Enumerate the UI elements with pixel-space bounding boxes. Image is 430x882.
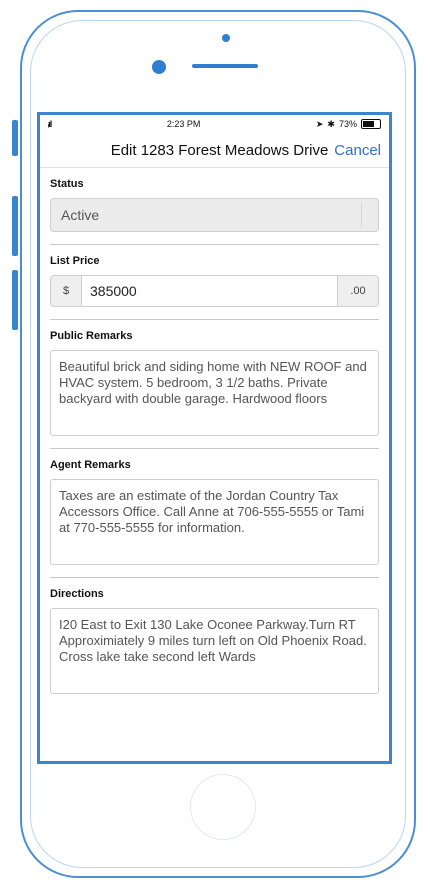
battery-percent: 73% [338,119,357,129]
bluetooth-icon: ✱ [327,118,335,129]
form-content: Status Active List Price $ 385000 .00 Pu… [40,168,389,706]
mute-switch [12,120,18,156]
agent-remarks-label: Agent Remarks [50,459,131,471]
signal-icon: ᵢıl [48,119,52,129]
status-right: ➤ ✱ 73% [316,119,381,130]
earpiece-speaker [192,64,258,68]
status-bar: ᵢıl 2:23 PM ➤ ✱ 73% [40,115,389,133]
public-remarks-section: Public Remarks Beautiful brick and sidin… [50,320,379,449]
volume-down-button [12,270,18,330]
page-title: Edit 1283 Forest Meadows Drive [110,141,329,159]
status-value: Active [61,207,100,223]
status-label: Status [50,178,84,190]
battery-icon [360,119,381,129]
directions-textarea[interactable]: I20 East to Exit 130 Lake Oconee Parkway… [50,608,379,694]
volume-up-button [12,196,18,256]
location-icon: ➤ [315,118,324,129]
app-screen: ᵢıl 2:23 PM ➤ ✱ 73% Edit 1283 Forest Mea… [37,112,392,764]
agent-remarks-textarea[interactable]: Taxes are an estimate of the Jordan Coun… [50,479,379,565]
currency-prefix: $ [51,276,82,306]
proximity-sensor [222,34,230,42]
cancel-button[interactable]: Cancel [334,142,381,159]
public-remarks-label: Public Remarks [50,330,133,342]
dropdown-caret-icon [361,203,374,227]
status-section: Status Active [50,168,379,245]
front-camera [152,60,166,74]
status-select[interactable]: Active [50,198,379,232]
list-price-section: List Price $ 385000 .00 [50,245,379,320]
list-price-input[interactable]: 385000 [82,276,337,306]
directions-label: Directions [50,588,104,600]
clock: 2:23 PM [166,119,201,129]
public-remarks-textarea[interactable]: Beautiful brick and siding home with NEW… [50,350,379,436]
home-button[interactable] [190,774,256,840]
navigation-bar: Edit 1283 Forest Meadows Drive Cancel [40,133,389,168]
list-price-input-group: $ 385000 .00 [50,275,379,307]
directions-section: Directions I20 East to Exit 130 Lake Oco… [50,578,379,706]
cents-suffix: .00 [337,276,378,306]
list-price-label: List Price [50,255,100,267]
agent-remarks-section: Agent Remarks Taxes are an estimate of t… [50,449,379,578]
